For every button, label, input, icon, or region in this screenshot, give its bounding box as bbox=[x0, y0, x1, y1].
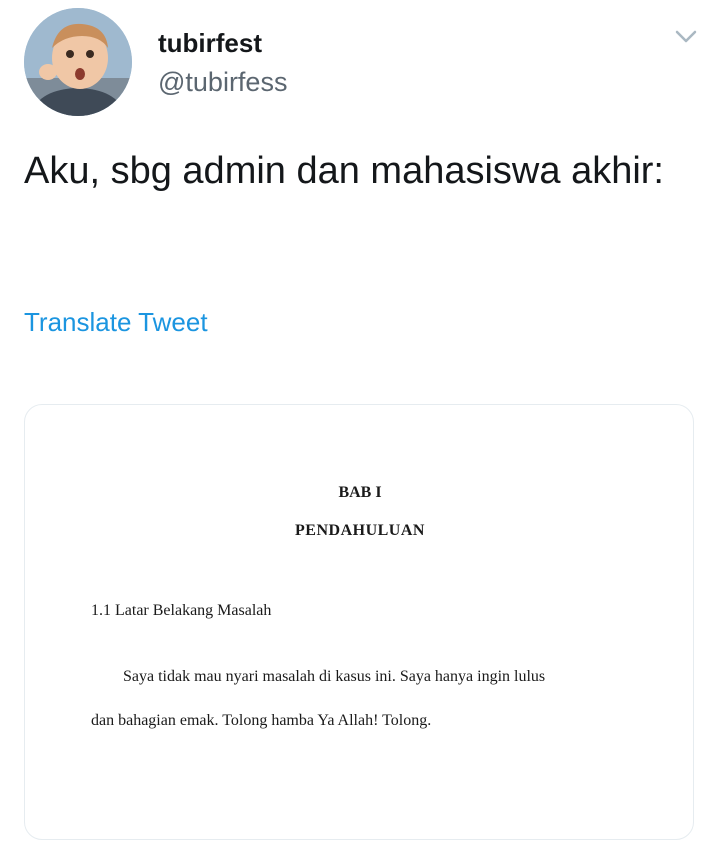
tweet-text: Aku, sbg admin dan mahasiswa akhir: bbox=[24, 150, 664, 192]
user-handle[interactable]: @tubirfess bbox=[158, 66, 287, 98]
document-paragraph-line-2: dan bahagian emak. Tolong hamba Ya Allah… bbox=[91, 712, 432, 729]
document-chapter: BAB I bbox=[338, 484, 382, 501]
document-section-heading: 1.1 Latar Belakang Masalah bbox=[91, 602, 272, 619]
document-title: PENDAHULUAN bbox=[295, 522, 425, 539]
document-image: BAB I PENDAHULUAN 1.1 Latar Belakang Mas… bbox=[25, 405, 693, 839]
avatar[interactable] bbox=[24, 8, 132, 116]
avatar-image bbox=[24, 8, 132, 116]
display-name[interactable]: tubirfest bbox=[158, 27, 262, 59]
media-card[interactable]: BAB I PENDAHULUAN 1.1 Latar Belakang Mas… bbox=[24, 404, 694, 840]
tweet: tubirfest @tubirfess Aku, sbg admin dan … bbox=[0, 0, 720, 850]
translate-tweet-link[interactable]: Translate Tweet bbox=[24, 305, 208, 339]
document-paragraph-line-1: Saya tidak mau nyari masalah di kasus in… bbox=[123, 668, 546, 685]
chevron-down-icon[interactable] bbox=[672, 24, 700, 48]
